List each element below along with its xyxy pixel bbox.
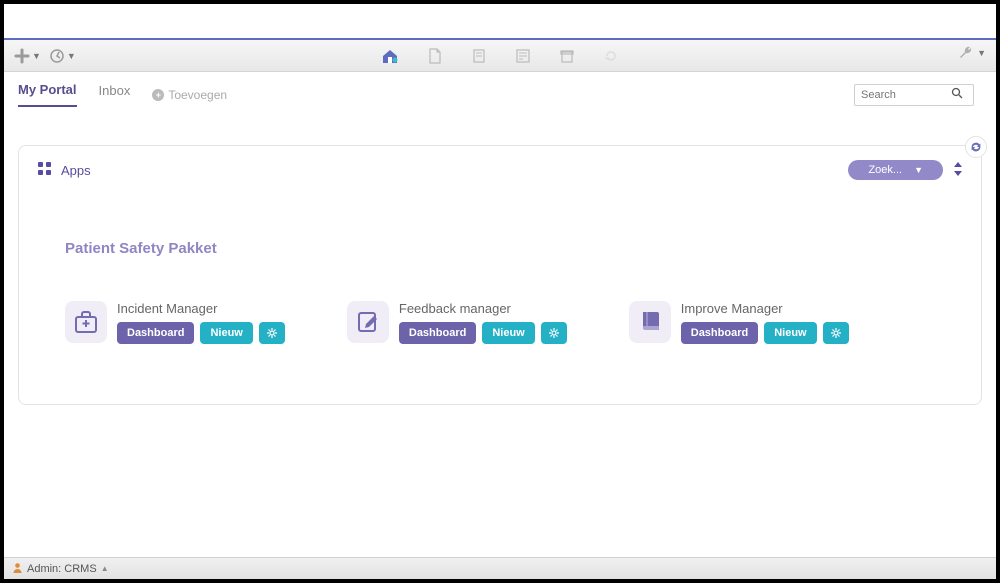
settings-button[interactable] [259, 322, 285, 344]
gear-icon [266, 327, 278, 339]
apps-sort-button[interactable] [953, 162, 963, 179]
apps-filter-pill[interactable]: Zoek... ▼ [848, 160, 943, 180]
dashboard-button[interactable]: Dashboard [117, 322, 194, 344]
dropdown-caret-icon: ▼ [977, 48, 986, 58]
home-toolbar-button[interactable] [381, 47, 399, 65]
window-titlebar [4, 4, 996, 40]
medical-kit-icon [65, 301, 107, 343]
form-toolbar-button[interactable] [515, 48, 531, 64]
app-title: Feedback manager [399, 301, 567, 316]
edit-icon [347, 301, 389, 343]
search-box[interactable] [854, 84, 974, 106]
app-improve-manager: Improve Manager Dashboard Nieuw [629, 301, 849, 344]
gear-icon [548, 327, 560, 339]
book-icon [629, 301, 671, 343]
new-button[interactable]: Nieuw [482, 322, 534, 344]
apps-panel-title: Apps [61, 163, 91, 178]
history-menu-button[interactable]: ▼ [49, 48, 76, 64]
tab-bar: My Portal Inbox + Toevoegen [4, 72, 996, 107]
tab-add-label: Toevoegen [168, 88, 227, 102]
chevron-up-icon[interactable]: ▲ [101, 564, 109, 573]
app-incident-manager: Incident Manager Dashboard Nieuw [65, 301, 285, 344]
gear-icon [830, 327, 842, 339]
dropdown-caret-icon: ▼ [67, 51, 76, 61]
refresh-toolbar-button[interactable] [603, 48, 619, 64]
dashboard-button[interactable]: Dashboard [681, 322, 758, 344]
chevron-down-icon: ▼ [914, 165, 923, 175]
search-input[interactable] [861, 89, 951, 101]
add-menu-button[interactable]: ▼ [14, 48, 41, 64]
archive-toolbar-button[interactable] [559, 48, 575, 64]
status-bar: Admin: CRMS ▲ [4, 557, 996, 579]
tab-add-button[interactable]: + Toevoegen [152, 88, 227, 102]
new-button[interactable]: Nieuw [200, 322, 252, 344]
settings-button[interactable] [823, 322, 849, 344]
page-toolbar-button[interactable] [471, 48, 487, 64]
document-toolbar-button[interactable] [427, 48, 443, 64]
apps-icon [37, 161, 53, 180]
tab-inbox[interactable]: Inbox [99, 83, 131, 106]
tab-my-portal[interactable]: My Portal [18, 82, 77, 107]
main-toolbar: ▼ ▼ [4, 40, 996, 72]
user-icon [12, 562, 23, 576]
apps-card: Apps Zoek... ▼ Patient Safety Pakket [18, 145, 982, 405]
dashboard-button[interactable]: Dashboard [399, 322, 476, 344]
search-icon [951, 86, 963, 104]
plus-circle-icon: + [152, 89, 164, 101]
status-user-label: Admin: CRMS [27, 563, 97, 575]
apps-filter-label: Zoek... [868, 164, 902, 176]
card-refresh-button[interactable] [965, 136, 987, 158]
section-title: Patient Safety Pakket [65, 240, 963, 257]
tools-menu-button[interactable]: ▼ [957, 44, 986, 62]
new-button[interactable]: Nieuw [764, 322, 816, 344]
app-title: Improve Manager [681, 301, 849, 316]
app-title: Incident Manager [117, 301, 285, 316]
settings-button[interactable] [541, 322, 567, 344]
apps-row: Incident Manager Dashboard Nieuw [65, 301, 963, 344]
dropdown-caret-icon: ▼ [32, 51, 41, 61]
app-feedback-manager: Feedback manager Dashboard Nieuw [347, 301, 567, 344]
